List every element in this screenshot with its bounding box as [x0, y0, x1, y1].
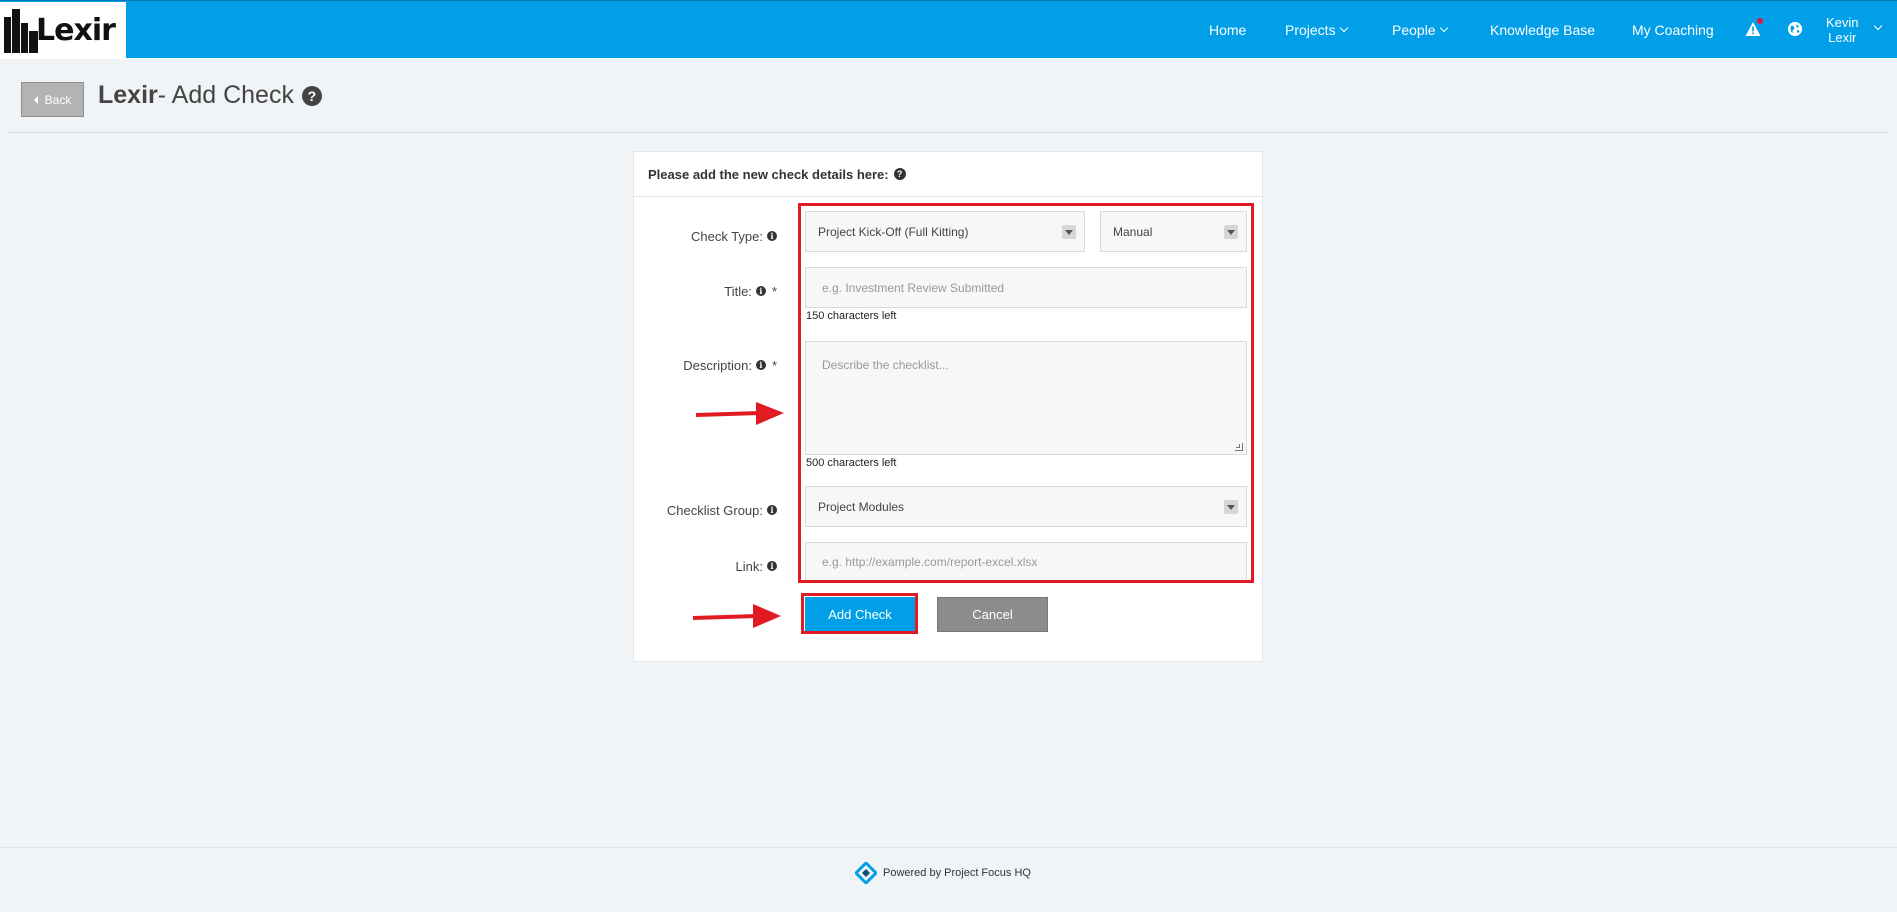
user-last-name: Lexir: [1828, 30, 1857, 45]
user-first-name: Kevin: [1826, 15, 1859, 30]
chevron-down-icon: [1439, 23, 1448, 33]
nav-people[interactable]: People: [1392, 22, 1448, 38]
cancel-button-label: Cancel: [972, 607, 1013, 622]
help-icon[interactable]: ?: [301, 85, 322, 106]
cancel-button[interactable]: Cancel: [937, 597, 1048, 632]
nav-home[interactable]: Home: [1209, 22, 1246, 38]
brand-logo[interactable]: Lexir: [0, 2, 126, 59]
required-mark: *: [771, 283, 777, 299]
header-divider: [8, 132, 1888, 133]
chevron-down-icon[interactable]: [1873, 21, 1883, 31]
notification-dot: [1757, 18, 1763, 24]
annotation-arrow-icon: [692, 604, 781, 628]
title-label-text: Title:: [724, 283, 752, 299]
info-icon[interactable]: i: [767, 231, 777, 241]
check-type-label-text: Check Type:: [690, 228, 763, 244]
link-label: Link: i: [634, 558, 777, 574]
description-label: Description: i *: [634, 357, 777, 373]
annotation-arrow-icon: [695, 402, 784, 425]
brand-name: Lexir: [36, 13, 116, 48]
footer: Powered by Project Focus HQ: [855, 862, 1031, 884]
nav-knowledge-base-label: Knowledge Base: [1490, 22, 1596, 38]
nav-knowledge-base[interactable]: Knowledge Base: [1490, 22, 1595, 38]
nav-my-coaching-label: My Coaching: [1632, 22, 1714, 38]
nav-projects[interactable]: Projects: [1285, 22, 1348, 38]
footer-divider: [0, 847, 1897, 848]
checklist-group-label: Checklist Group: i: [634, 502, 777, 518]
checklist-group-label-text: Checklist Group:: [666, 502, 763, 518]
nav-people-label: People: [1392, 22, 1436, 38]
project-focus-logo-icon: [855, 862, 877, 884]
description-label-text: Description:: [683, 357, 752, 373]
info-icon[interactable]: i: [755, 286, 766, 296]
check-type-label: Check Type: i: [634, 228, 777, 244]
nav-home-label: Home: [1209, 22, 1247, 38]
caret-left-icon: [33, 95, 38, 104]
footer-text: Powered by Project Focus HQ: [883, 867, 1031, 879]
panel-heading-text: Please add the new check details here:: [648, 166, 889, 182]
back-button[interactable]: Back: [21, 82, 84, 117]
buildings-icon: [4, 8, 38, 53]
page-title-text: - Add Check: [157, 81, 294, 109]
info-icon[interactable]: i: [755, 360, 766, 370]
page-title-brand: Lexir: [98, 81, 158, 109]
info-icon[interactable]: i: [767, 561, 777, 571]
chevron-down-icon: [1339, 23, 1348, 33]
back-button-label: Back: [44, 92, 72, 107]
required-mark: *: [771, 357, 777, 373]
nav-projects-label: Projects: [1285, 22, 1336, 38]
panel-heading: Please add the new check details here: ?: [634, 152, 1262, 197]
link-label-text: Link:: [735, 558, 763, 574]
user-menu[interactable]: Kevin Lexir: [1826, 15, 1859, 45]
annotation-highlight-add-button: [801, 593, 918, 634]
nav-my-coaching[interactable]: My Coaching: [1632, 22, 1714, 38]
help-icon[interactable]: ?: [893, 168, 906, 180]
page-title: Lexir - Add Check ?: [98, 81, 322, 110]
annotation-highlight-fields: [798, 203, 1254, 583]
globe-icon[interactable]: [1788, 22, 1802, 36]
title-label: Title: i *: [634, 283, 777, 299]
info-icon[interactable]: i: [767, 505, 777, 515]
top-navbar: Lexir Home Projects People Knowledge Bas…: [0, 0, 1897, 59]
